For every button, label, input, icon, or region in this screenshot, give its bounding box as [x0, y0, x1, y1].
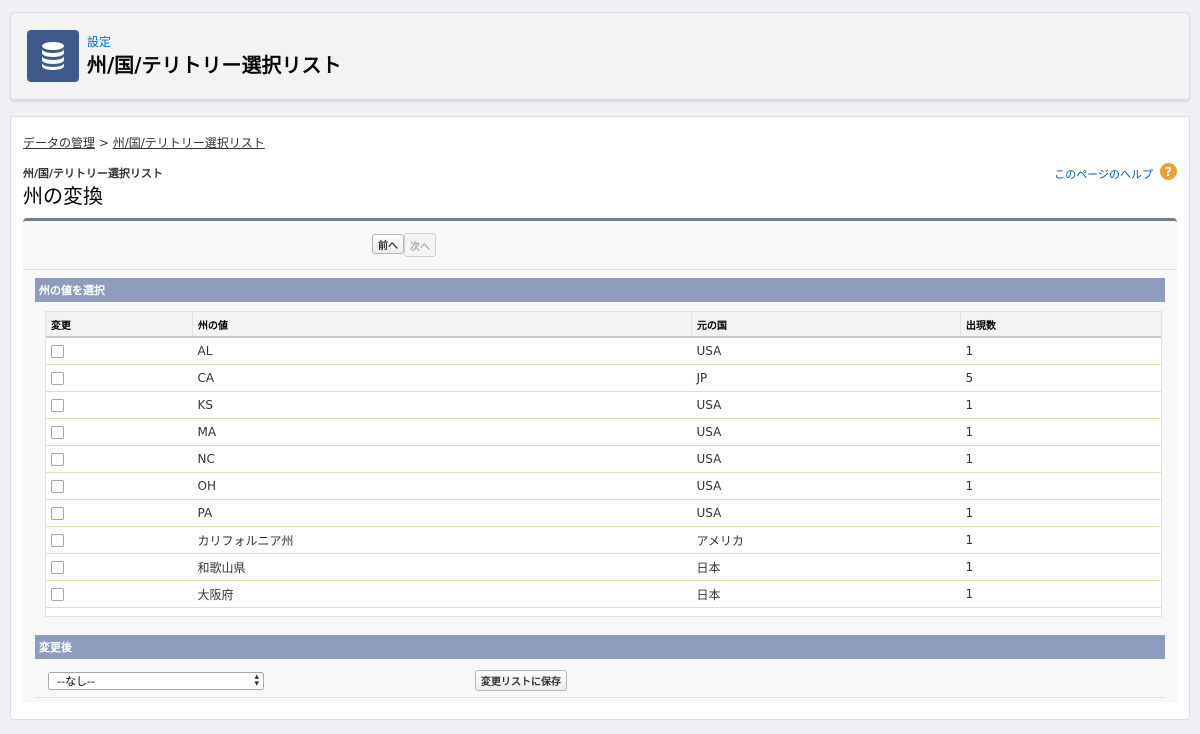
row-checkbox[interactable] — [51, 480, 64, 493]
state-value-cell: MA — [192, 418, 692, 446]
count-cell: 1 — [960, 337, 1161, 365]
country-cell: 日本 — [691, 553, 961, 581]
database-icon — [27, 30, 79, 82]
convert-block: 前へ 次へ 州の値を選択 変更 州の値 元の国 出現数 AL USA 1 CA … — [23, 218, 1177, 703]
state-value-cell: NC — [192, 445, 692, 473]
table-header-row: 変更 州の値 元の国 出現数 — [46, 312, 1161, 338]
country-cell: USA — [691, 418, 961, 446]
help-link[interactable]: このページのヘルプ — [1054, 166, 1153, 182]
table-row: MA USA 1 — [46, 418, 1161, 446]
select-section-header: 州の値を選択 — [35, 278, 1165, 302]
page-subtitle: 州/国/テリトリー選択リスト — [23, 167, 164, 180]
count-cell: 1 — [960, 580, 1161, 608]
prev-button[interactable]: 前へ — [372, 234, 404, 254]
table-row: 大阪府 日本 1 — [46, 580, 1161, 608]
state-value-cell: OH — [192, 472, 692, 500]
state-value-cell: 和歌山県 — [192, 553, 692, 581]
table-row: カリフォルニア州 アメリカ 1 — [46, 526, 1161, 554]
row-checkbox[interactable] — [51, 534, 64, 547]
count-cell: 1 — [960, 391, 1161, 419]
column-header-source-country: 元の国 — [691, 312, 961, 338]
row-checkbox[interactable] — [51, 507, 64, 520]
row-checkbox[interactable] — [51, 588, 64, 601]
count-cell: 5 — [960, 364, 1161, 392]
column-header-occurrences: 出現数 — [960, 312, 1161, 338]
select-updown-icon: ▴ ▾ — [254, 672, 259, 689]
page-title: 州の変換 — [23, 184, 103, 208]
country-cell: USA — [691, 337, 961, 365]
country-cell: USA — [691, 445, 961, 473]
count-cell: 1 — [960, 526, 1161, 554]
count-cell: 1 — [960, 499, 1161, 527]
count-cell: 1 — [960, 445, 1161, 473]
breadcrumb-picklist[interactable]: 州/国/テリトリー選択リスト — [113, 136, 265, 150]
state-value-cell: CA — [192, 364, 692, 392]
state-values-table: 変更 州の値 元の国 出現数 AL USA 1 CA JP 5 KS USA 1… — [45, 311, 1162, 617]
table-row: AL USA 1 — [46, 337, 1161, 365]
country-cell: 日本 — [691, 580, 961, 608]
table-row: NC USA 1 — [46, 445, 1161, 473]
table-row: KS USA 1 — [46, 391, 1161, 419]
row-checkbox[interactable] — [51, 345, 64, 358]
divider — [35, 697, 1165, 698]
country-cell: USA — [691, 472, 961, 500]
table-row: PA USA 1 — [46, 499, 1161, 527]
count-cell: 1 — [960, 418, 1161, 446]
country-cell: USA — [691, 499, 961, 527]
setup-header: 設定 州/国/テリトリー選択リスト — [10, 12, 1190, 100]
header-title: 州/国/テリトリー選択リスト — [87, 53, 342, 77]
column-header-change: 変更 — [46, 312, 193, 338]
count-cell: 1 — [960, 553, 1161, 581]
state-value-cell: カリフォルニア州 — [192, 526, 692, 554]
country-cell: USA — [691, 391, 961, 419]
row-checkbox[interactable] — [51, 426, 64, 439]
country-cell: JP — [691, 364, 961, 392]
help-icon[interactable]: ? — [1160, 163, 1177, 180]
table-row: CA JP 5 — [46, 364, 1161, 392]
setup-kicker-link[interactable]: 設定 — [87, 33, 111, 50]
row-checkbox[interactable] — [51, 561, 64, 574]
state-value-cell: AL — [192, 337, 692, 365]
state-value-cell: KS — [192, 391, 692, 419]
column-header-state-value: 州の値 — [192, 312, 692, 338]
next-button[interactable]: 次へ — [404, 233, 436, 257]
state-value-cell: PA — [192, 499, 692, 527]
row-checkbox[interactable] — [51, 372, 64, 385]
pagination-row: 前へ 次へ — [23, 221, 1177, 270]
target-state-select[interactable]: --なし-- ▴ ▾ — [48, 672, 264, 690]
breadcrumb-separator: > — [95, 136, 113, 150]
main-panel: データの管理 > 州/国/テリトリー選択リスト 州/国/テリトリー選択リスト 州… — [10, 116, 1190, 720]
select-value: --なし-- — [57, 675, 95, 688]
save-change-list-button[interactable]: 変更リストに保存 — [475, 670, 567, 691]
state-value-cell: 大阪府 — [192, 580, 692, 608]
row-checkbox[interactable] — [51, 399, 64, 412]
breadcrumb: データの管理 > 州/国/テリトリー選択リスト — [23, 134, 265, 151]
breadcrumb-data-management[interactable]: データの管理 — [23, 136, 95, 150]
table-row: OH USA 1 — [46, 472, 1161, 500]
table-row: 和歌山県 日本 1 — [46, 553, 1161, 581]
country-cell: アメリカ — [691, 526, 961, 554]
after-section-header: 変更後 — [35, 635, 1165, 659]
count-cell: 1 — [960, 472, 1161, 500]
row-checkbox[interactable] — [51, 453, 64, 466]
